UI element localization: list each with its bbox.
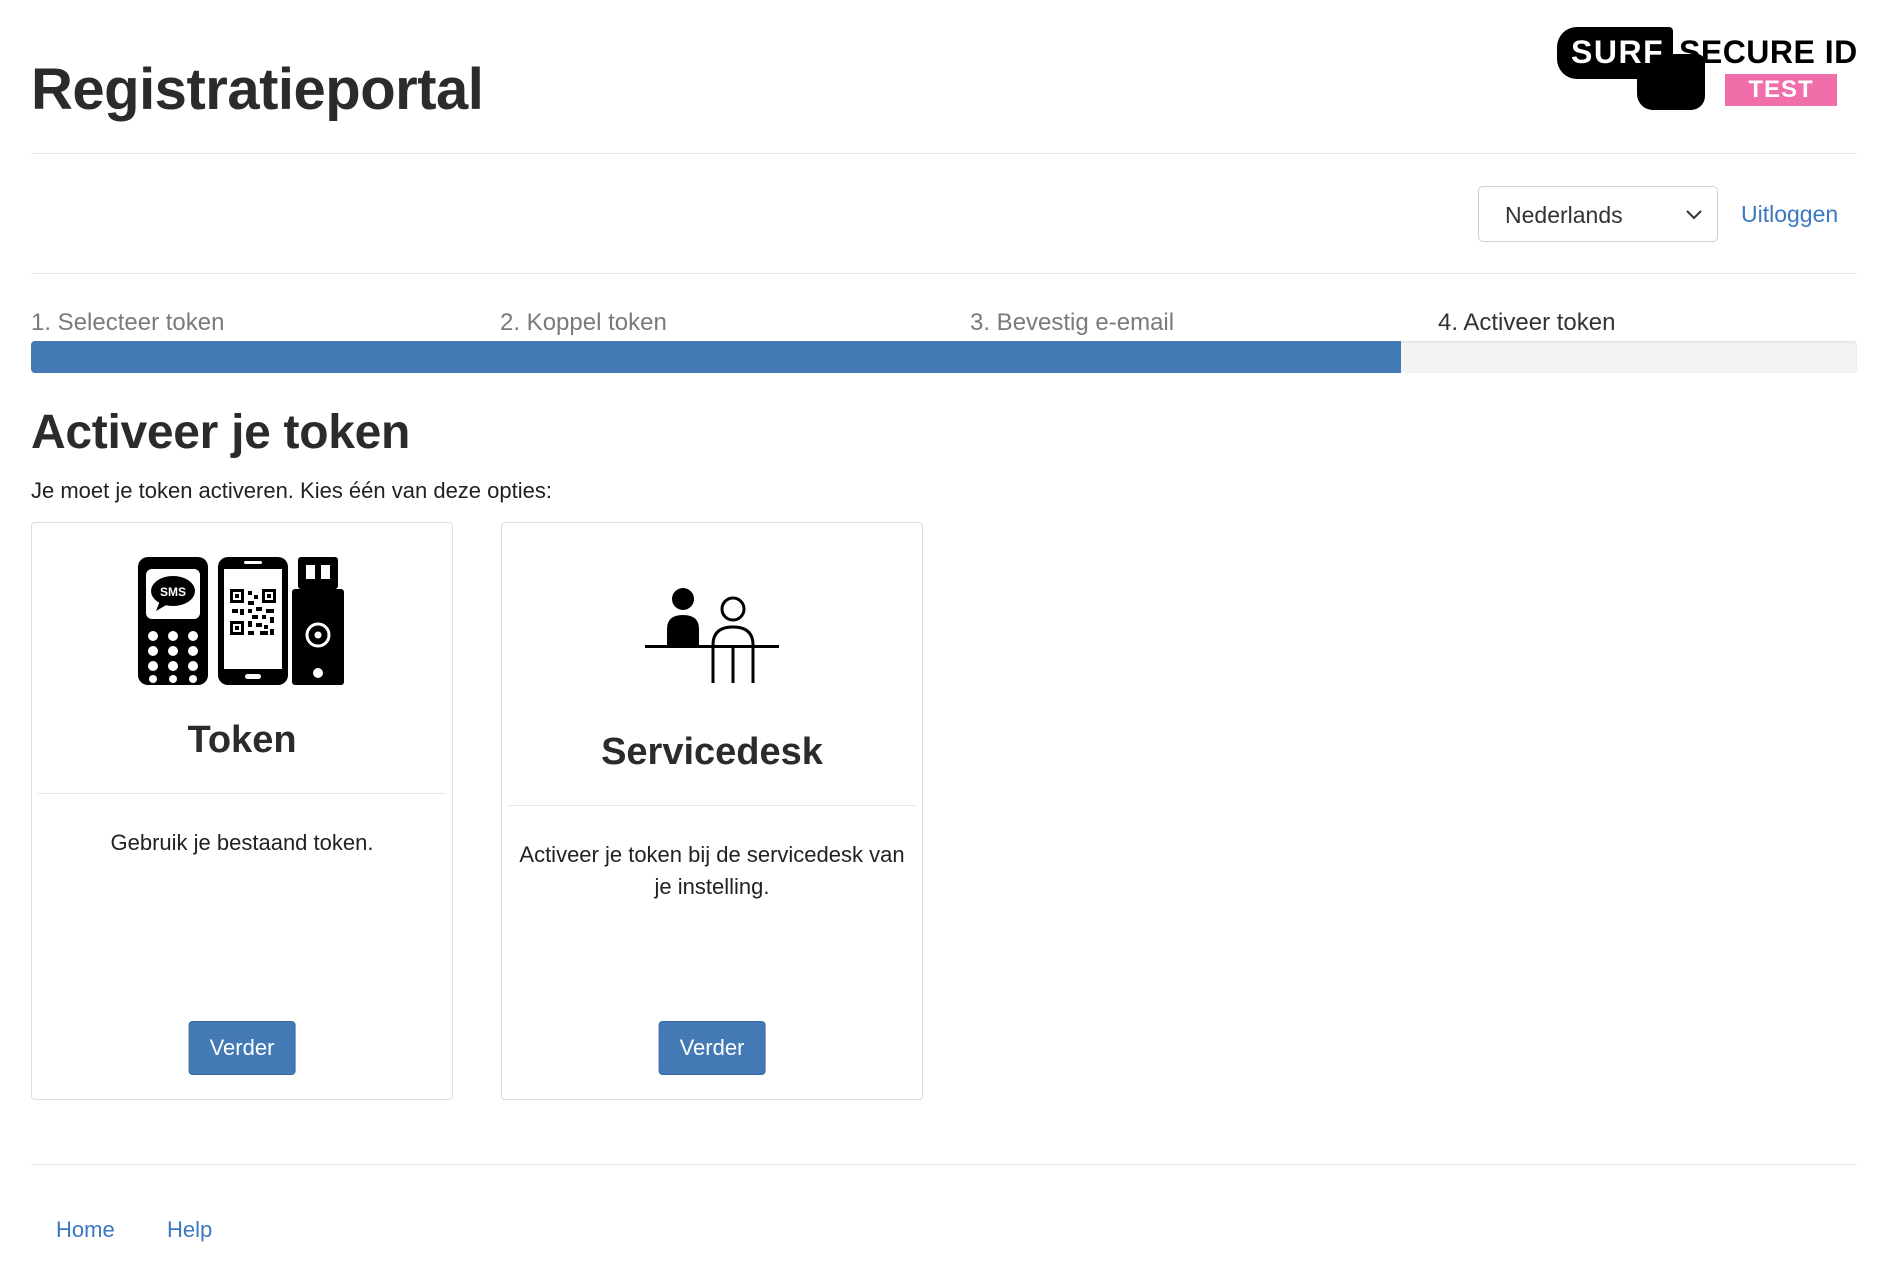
servicedesk-card-description: Activeer je token bij de servicedesk van…: [519, 842, 905, 899]
card-divider: [508, 805, 916, 806]
servicedesk-continue-button[interactable]: Verder: [658, 1021, 766, 1075]
progress-bar-fill: [31, 341, 1401, 373]
footer-home-link[interactable]: Home: [56, 1215, 115, 1245]
servicedesk-option-card: Servicedesk Activeer je token bij de ser…: [501, 522, 923, 1100]
test-badge: TEST: [1725, 74, 1837, 106]
section-title: Activeer je token: [31, 406, 411, 459]
token-option-card: SMS Token Gebruik je bestaand token. Ver…: [31, 522, 453, 1100]
step-select-token: 1. Selecteer token: [31, 309, 225, 336]
step-link-token: 2. Koppel token: [500, 309, 667, 336]
logo-secureid-text: SECURE ID: [1679, 34, 1858, 70]
step-progress: 1. Selecteer token 2. Koppel token 3. Be…: [31, 305, 1857, 375]
intro-text: Je moet je token activeren. Kies één van…: [31, 478, 552, 503]
token-devices-icon: SMS: [32, 555, 452, 689]
step-confirm-email: 3. Bevestig e-email: [970, 309, 1175, 336]
token-card-description: Gebruik je bestaand token.: [110, 830, 374, 855]
page: Registratieportal SURF SECURE ID TEST Ne…: [31, 0, 1857, 1276]
top-nav: Nederlands Uitloggen: [31, 154, 1857, 274]
step-activate-token: 4. Activeer token: [1438, 309, 1616, 336]
token-card-title: Token: [187, 719, 297, 761]
card-divider: [38, 793, 446, 794]
page-title: Registratieportal: [31, 57, 484, 122]
surf-secureid-logo: SURF SECURE ID TEST: [1557, 24, 1857, 110]
language-select-value: Nederlands: [1505, 202, 1623, 228]
chevron-down-icon: [1686, 210, 1702, 220]
logout-link[interactable]: Uitloggen: [1741, 186, 1838, 242]
progress-bar: [31, 341, 1857, 373]
header: Registratieportal SURF SECURE ID TEST: [31, 0, 1857, 154]
servicedesk-card-title: Servicedesk: [601, 731, 823, 773]
language-select[interactable]: Nederlands: [1478, 186, 1718, 242]
logo-surf-text: SURF: [1571, 34, 1665, 70]
footer: Home Help: [31, 1164, 1857, 1276]
sms-label: SMS: [160, 585, 186, 599]
footer-help-link[interactable]: Help: [167, 1215, 212, 1245]
servicedesk-icon: [502, 585, 922, 685]
token-continue-button[interactable]: Verder: [188, 1021, 296, 1075]
